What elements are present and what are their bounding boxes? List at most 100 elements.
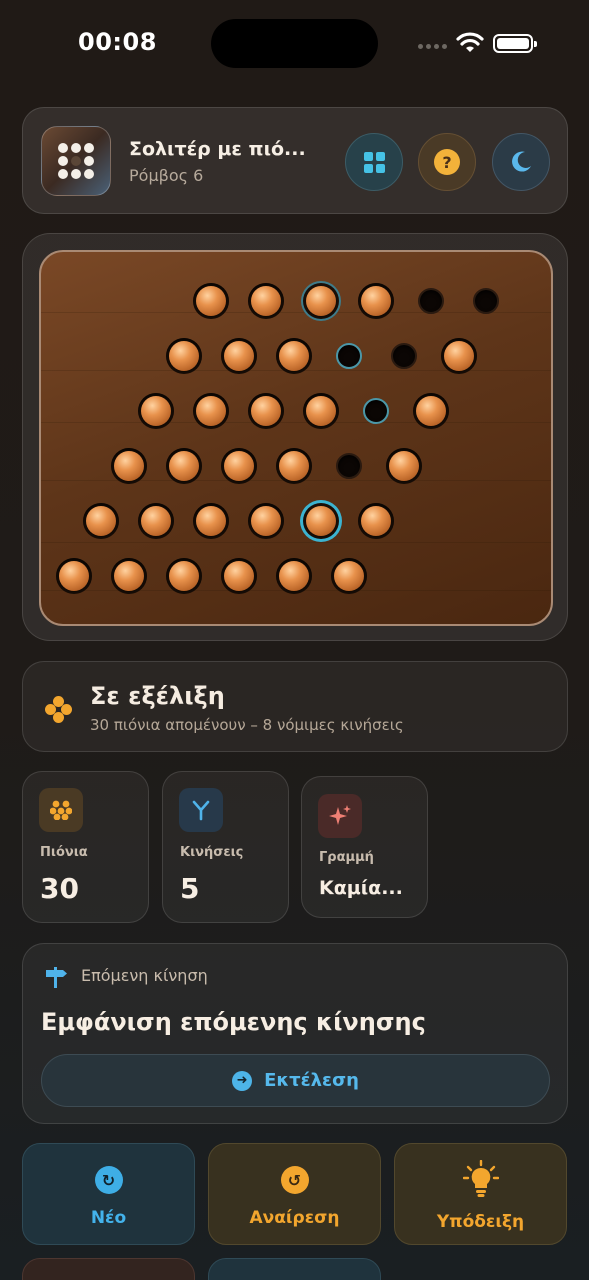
peg[interactable]: [138, 503, 174, 539]
game-board[interactable]: [39, 250, 553, 626]
battery-icon: [493, 34, 537, 53]
peg[interactable]: [83, 503, 119, 539]
peg[interactable]: [220, 448, 257, 484]
peg[interactable]: [303, 393, 339, 429]
empty-hole[interactable]: [335, 343, 362, 369]
peg-ball: [196, 506, 226, 536]
peg[interactable]: [165, 338, 202, 374]
peg[interactable]: [330, 558, 367, 594]
theme-toggle-button[interactable]: [492, 133, 550, 191]
peg-ball: [251, 286, 281, 316]
stat-card-moves: Κινήσεις 5: [162, 771, 289, 923]
empty-hole[interactable]: [418, 288, 444, 314]
peg[interactable]: [193, 283, 229, 319]
app-logo-icon: [41, 126, 111, 196]
app-header: Σολιτέρ με πιό... Ρόμβος 6 ?: [22, 107, 568, 214]
peg[interactable]: [440, 338, 477, 374]
peg-ball: [278, 561, 309, 591]
peg-ball: [168, 341, 199, 371]
signpost-icon: [46, 967, 67, 988]
peg[interactable]: [165, 448, 202, 484]
peg[interactable]: [275, 338, 312, 374]
peg[interactable]: [110, 448, 147, 484]
help-icon: ?: [434, 149, 460, 175]
empty-hole[interactable]: [335, 453, 362, 479]
peg-ball: [113, 451, 144, 481]
peg-ball: [168, 561, 199, 591]
peg[interactable]: [110, 558, 147, 594]
peg[interactable]: [193, 393, 229, 429]
peg[interactable]: [193, 503, 229, 539]
peg-ball: [416, 396, 446, 426]
new-game-button[interactable]: ↻ Νέο: [22, 1143, 195, 1245]
selected-peg[interactable]: [303, 503, 339, 539]
peg-ball: [251, 396, 281, 426]
peg-ball: [443, 341, 474, 371]
peg[interactable]: [55, 558, 92, 594]
stat-label: Κινήσεις: [180, 845, 244, 860]
wifi-icon: [456, 32, 484, 52]
empty-hole[interactable]: [390, 343, 417, 369]
peg-ball: [196, 396, 226, 426]
next-move-card: Επόμενη κίνηση Εμφάνιση επόμενης κίνησης…: [22, 943, 568, 1124]
peg-ball: [141, 506, 171, 536]
board-select-button[interactable]: [345, 133, 403, 191]
moon-icon: [512, 151, 531, 172]
undo-button[interactable]: ↺ Αναίρεση: [208, 1143, 381, 1245]
sparkle-icon: [318, 794, 362, 838]
empty-hole[interactable]: [473, 288, 499, 314]
hint-label: Υπόδειξη: [436, 1212, 525, 1232]
more-button[interactable]: [22, 1258, 195, 1280]
stat-label: Πιόνια: [40, 845, 88, 860]
execute-label: Εκτέλεση: [264, 1070, 359, 1091]
undo-label: Αναίρεση: [249, 1208, 340, 1228]
peg[interactable]: [248, 283, 284, 319]
peg-ball: [223, 451, 254, 481]
peg-ball: [278, 341, 309, 371]
cellular-signal-icon: [418, 44, 447, 49]
status-time: 00:08: [78, 28, 157, 56]
game-status-card: Σε εξέλιξη 30 πιόνια απομένουν – 8 νόμιμ…: [22, 661, 568, 752]
peg[interactable]: [303, 283, 339, 319]
peg[interactable]: [165, 558, 202, 594]
peg[interactable]: [358, 283, 394, 319]
peg-ball: [58, 561, 89, 591]
peg-ball: [361, 506, 391, 536]
undo-icon: ↺: [280, 1166, 309, 1194]
peg[interactable]: [385, 448, 422, 484]
peg-ball: [278, 451, 309, 481]
empty-hole[interactable]: [363, 398, 389, 424]
show-next-move-link[interactable]: Εμφάνιση επόμενης κίνησης: [41, 1008, 426, 1036]
peg[interactable]: [248, 393, 284, 429]
peg-ball: [141, 396, 171, 426]
execute-button[interactable]: ➜ Εκτέλεση: [41, 1054, 550, 1107]
peg[interactable]: [220, 558, 257, 594]
stat-label: Γραμμή: [319, 850, 374, 865]
peg[interactable]: [248, 503, 284, 539]
stat-value: Καμία...: [319, 877, 403, 899]
peg-ball: [388, 451, 419, 481]
pegs-icon: [39, 788, 83, 832]
peg-ball: [361, 286, 391, 316]
status-bar: 00:08: [0, 0, 589, 90]
peg-ball: [306, 286, 336, 316]
peg-ball: [306, 506, 336, 536]
peg-ball: [306, 396, 336, 426]
peg[interactable]: [358, 503, 394, 539]
hint-button[interactable]: Υπόδειξη: [394, 1143, 567, 1245]
peg[interactable]: [275, 558, 312, 594]
peg[interactable]: [275, 448, 312, 484]
restart-icon: ↻: [94, 1166, 123, 1194]
peg[interactable]: [138, 393, 174, 429]
peg-ball: [223, 561, 254, 591]
help-button[interactable]: ?: [418, 133, 476, 191]
dynamic-island: [211, 19, 378, 68]
stat-value: 5: [180, 872, 200, 905]
peg[interactable]: [413, 393, 449, 429]
peg-ball: [86, 506, 116, 536]
status-subtitle: 30 πιόνια απομένουν – 8 νόμιμες κινήσεις: [90, 716, 404, 734]
peg-ball: [113, 561, 144, 591]
pegs-cluster-icon: [45, 696, 73, 724]
peg[interactable]: [220, 338, 257, 374]
more-button[interactable]: [208, 1258, 381, 1280]
